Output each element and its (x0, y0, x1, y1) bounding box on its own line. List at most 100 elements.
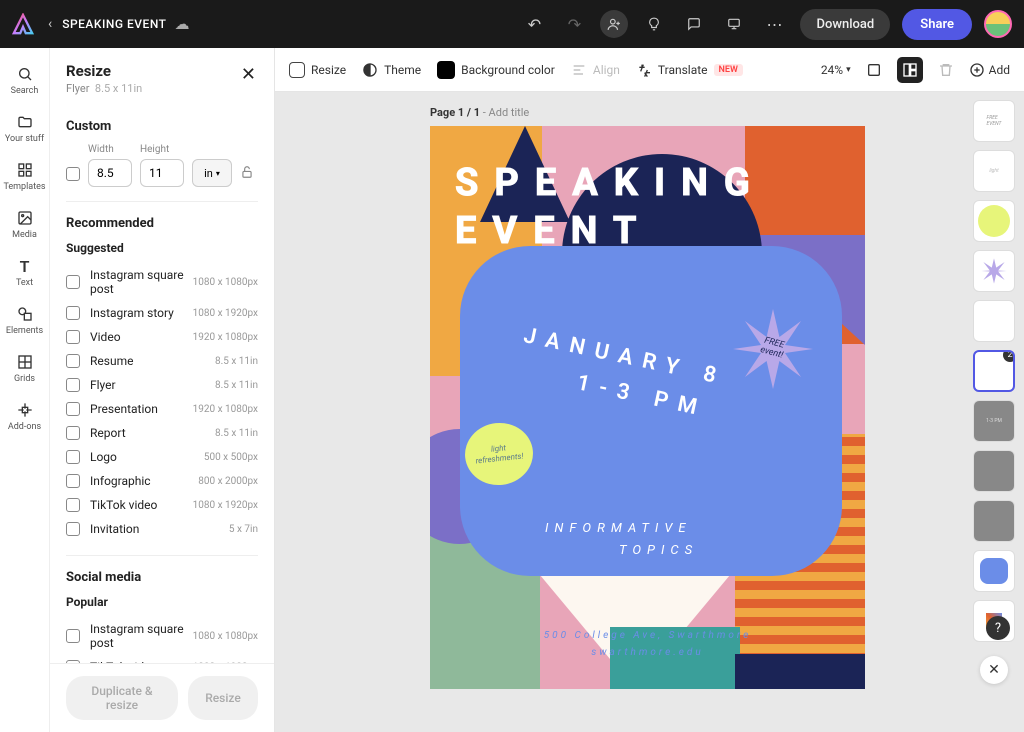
height-input[interactable] (140, 159, 184, 187)
flyer-canvas[interactable]: SPEAKINGEVENT FREEevent! JANUARY 8 1-3 P… (430, 126, 865, 689)
close-panel-icon[interactable]: ✕ (239, 62, 258, 87)
duplicate-resize-button[interactable]: Duplicate & resize (66, 676, 178, 720)
share-button[interactable]: Share (902, 9, 972, 40)
undo-icon[interactable]: ↶ (520, 10, 548, 38)
option-name: Video (90, 330, 193, 344)
search-icon (15, 64, 35, 84)
thumbnail-9[interactable] (973, 500, 1015, 542)
size-option[interactable]: Flyer8.5 x 11in (66, 373, 258, 397)
rail-grids[interactable]: Grids (0, 344, 49, 392)
lightbulb-icon[interactable] (640, 10, 668, 38)
width-label: Width (88, 144, 132, 155)
view-mode-1-icon[interactable] (861, 57, 887, 83)
help-button[interactable]: ? (986, 616, 1010, 640)
option-checkbox[interactable] (66, 378, 80, 392)
option-checkbox[interactable] (66, 426, 80, 440)
size-option[interactable]: Instagram story1080 x 1920px (66, 301, 258, 325)
close-thumbnails-button[interactable]: ✕ (980, 656, 1008, 684)
thumbnail-2[interactable]: light (973, 150, 1015, 192)
size-option[interactable]: Presentation1920 x 1080px (66, 397, 258, 421)
canvas-area[interactable]: Page 1 / 1 - Add title SPEAKINGEVENT FRE… (275, 92, 964, 732)
invite-icon[interactable] (600, 10, 628, 38)
thumbnail-3[interactable] (973, 200, 1015, 242)
cloud-sync-icon[interactable]: ☁ (175, 15, 190, 33)
size-option[interactable]: Infographic800 x 2000px (66, 469, 258, 493)
top-bar: ‹ SPEAKING EVENT ☁ ↶ ↷ ⋯ Download Share (0, 0, 1024, 48)
lock-aspect-icon[interactable] (240, 164, 254, 183)
recommended-heading: Recommended (66, 216, 258, 231)
rail-elements[interactable]: Elements (0, 296, 49, 344)
flyer-address-text[interactable]: 500 College Ave, Swarthmoreswarthmore.ed… (430, 627, 865, 661)
download-button[interactable]: Download (800, 9, 890, 40)
option-name: Instagram square post (90, 268, 193, 296)
option-checkbox[interactable] (66, 498, 80, 512)
size-option[interactable]: TikTok video1080 x 1920px (66, 493, 258, 517)
resize-button[interactable]: Resize (188, 676, 258, 720)
rail-text[interactable]: TText (0, 248, 49, 296)
unit-select[interactable]: in▾ (192, 159, 232, 187)
size-option[interactable]: Instagram square post1080 x 1080px (66, 263, 258, 301)
delete-icon[interactable] (933, 57, 959, 83)
option-name: Resume (90, 354, 215, 368)
resize-panel: Resize Flyer 8.5 x 11in ✕ Custom Width H… (50, 48, 275, 732)
thumbnail-8[interactable] (973, 450, 1015, 492)
option-checkbox[interactable] (66, 275, 80, 289)
size-option[interactable]: Logo500 x 500px (66, 445, 258, 469)
comment-icon[interactable] (680, 10, 708, 38)
option-checkbox[interactable] (66, 522, 80, 536)
back-button[interactable]: ‹ (48, 16, 52, 32)
option-dimensions: 1080 x 1080px (193, 277, 258, 288)
toolbar-translate[interactable]: TranslateNEW (636, 62, 743, 78)
custom-checkbox[interactable] (66, 167, 80, 181)
translate-icon (636, 62, 652, 78)
present-icon[interactable] (720, 10, 748, 38)
option-checkbox[interactable] (66, 450, 80, 464)
size-option[interactable]: Instagram square post1080 x 1080px (66, 617, 258, 655)
rail-your-stuff[interactable]: Your stuff (0, 104, 49, 152)
redo-icon[interactable]: ↷ (560, 10, 588, 38)
user-avatar[interactable] (984, 10, 1012, 38)
size-option[interactable]: Resume8.5 x 11in (66, 349, 258, 373)
option-checkbox[interactable] (66, 474, 80, 488)
page-indicator[interactable]: Page 1 / 1 - Add title (430, 106, 529, 119)
more-icon[interactable]: ⋯ (760, 10, 788, 38)
view-mode-2-icon[interactable] (897, 57, 923, 83)
rail-media[interactable]: Media (0, 200, 49, 248)
rail-search[interactable]: Search (0, 56, 49, 104)
option-checkbox[interactable] (66, 354, 80, 368)
social-heading: Social media (66, 570, 258, 585)
thumbnail-1[interactable]: FREEEVENT (973, 100, 1015, 142)
align-icon (571, 62, 587, 78)
size-option[interactable]: Video1920 x 1080px (66, 325, 258, 349)
option-checkbox[interactable] (66, 629, 80, 643)
option-dimensions: 8.5 x 11in (215, 428, 258, 439)
toolbar-resize[interactable]: Resize (289, 62, 346, 78)
option-checkbox[interactable] (66, 330, 80, 344)
thumbnail-badge: 2 (1003, 350, 1015, 362)
thumbnail-6[interactable]: 2 (973, 350, 1015, 392)
rail-templates[interactable]: Templates (0, 152, 49, 200)
option-dimensions: 500 x 500px (204, 452, 258, 463)
document-title[interactable]: SPEAKING EVENT (62, 17, 166, 31)
panel-footer: Duplicate & resize Resize (50, 663, 274, 732)
size-option[interactable]: Invitation5 x 7in (66, 517, 258, 541)
flyer-topics-text[interactable]: INFORMATIVE TOPICS (545, 518, 698, 562)
rail-addons[interactable]: Add-ons (0, 392, 49, 440)
shape-starburst[interactable]: FREEevent! (733, 309, 813, 389)
thumbnail-10[interactable] (973, 550, 1015, 592)
option-checkbox[interactable] (66, 402, 80, 416)
option-checkbox[interactable] (66, 306, 80, 320)
thumbnail-7[interactable]: 1-3 PM (973, 400, 1015, 442)
size-option[interactable]: TikTok video1080 x 1920px (66, 655, 258, 663)
toolbar-theme[interactable]: Theme (362, 62, 421, 78)
width-input[interactable] (88, 159, 132, 187)
app-logo[interactable] (12, 13, 34, 35)
flyer-title-text[interactable]: SPEAKINGEVENT (455, 160, 840, 255)
add-page-button[interactable]: Add (969, 62, 1010, 78)
thumbnail-4[interactable] (973, 250, 1015, 292)
toolbar-bgcolor[interactable]: Background color (437, 61, 555, 79)
option-name: Report (90, 426, 215, 440)
size-option[interactable]: Report8.5 x 11in (66, 421, 258, 445)
zoom-level[interactable]: 24%▾ (821, 63, 851, 77)
thumbnail-5[interactable] (973, 300, 1015, 342)
